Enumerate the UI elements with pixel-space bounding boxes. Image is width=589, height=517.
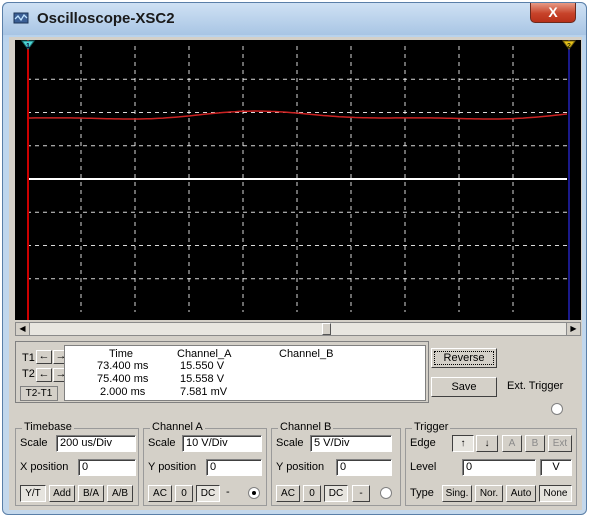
trigger-type-label: Type — [410, 487, 434, 499]
trigger-none-button[interactable]: None — [539, 485, 572, 502]
scroll-left-icon[interactable]: ◀ — [16, 323, 30, 335]
channel-a-dc-button[interactable]: DC — [196, 485, 220, 502]
trigger-title: Trigger — [412, 421, 451, 433]
mode-ab-button[interactable]: A/B — [107, 485, 133, 502]
channel-a-dash: - — [226, 486, 230, 498]
channel-b-group: Channel B Scale 5 V/Div Y position 0 AC … — [271, 421, 401, 506]
trigger-auto-button[interactable]: Auto — [506, 485, 536, 502]
mode-ba-button[interactable]: B/A — [78, 485, 104, 502]
trigger-level-field[interactable]: 0 — [462, 459, 536, 476]
timebase-scale-field[interactable]: 200 us/Div — [56, 435, 136, 452]
t1-left-arrow-icon[interactable]: ← — [36, 350, 52, 364]
channel-b-ypos-label: Y position — [276, 461, 325, 473]
timebase-xpos-field[interactable]: 0 — [78, 459, 136, 476]
timebase-group: Timebase Scale 200 us/Div X position 0 Y… — [15, 421, 139, 506]
trigger-source-a-button[interactable]: A — [502, 435, 522, 452]
measurement-readout: Time Channel_A Channel_B 73.400 ms 15.55… — [64, 345, 426, 401]
scroll-right-icon[interactable]: ▶ — [566, 323, 580, 335]
trigger-normal-button[interactable]: Nor. — [475, 485, 503, 502]
channel-b-scale-field[interactable]: 5 V/Div — [310, 435, 392, 452]
trigger-single-button[interactable]: Sing. — [442, 485, 472, 502]
oscilloscope-panel: 12 ◀ ▶ T1 ← → T2 ← → T2-T1 Time Channel_… — [9, 37, 582, 510]
mode-add-button[interactable]: Add — [49, 485, 75, 502]
t1-time-value: 73.400 ms — [97, 360, 149, 372]
trigger-level-label: Level — [410, 461, 437, 473]
cursor-t2-number: 2 — [567, 43, 571, 50]
trigger-source-b-button[interactable]: B — [525, 435, 545, 452]
trigger-source-ext-button[interactable]: Ext — [548, 435, 572, 452]
trigger-level-unit-select[interactable]: V — [540, 459, 572, 476]
channel-a-scale-label: Scale — [148, 437, 176, 449]
header-time: Time — [109, 348, 134, 360]
channel-b-ac-button[interactable]: AC — [276, 485, 300, 502]
header-channel-b: Channel_B — [279, 348, 334, 360]
channel-a-scale-field[interactable]: 10 V/Div — [182, 435, 262, 452]
trigger-group: Trigger Edge ↑ ↓ A B Ext Level 0 V Type … — [405, 421, 577, 506]
timebase-title: Timebase — [22, 421, 74, 433]
channel-b-terminal[interactable] — [380, 487, 392, 499]
channel-b-title: Channel B — [278, 421, 334, 433]
scope-display: 12 — [15, 40, 581, 320]
scope-graph: 12 — [15, 40, 581, 320]
ext-trigger-label: Ext. Trigger — [507, 380, 564, 392]
t2-left-arrow-icon[interactable]: ← — [36, 368, 52, 382]
close-button[interactable]: X — [530, 3, 576, 23]
t2-channel-a-value: 15.558 V — [180, 373, 225, 385]
channel-a-zero-button[interactable]: 0 — [175, 485, 193, 502]
timebase-scale-label: Scale — [20, 437, 48, 449]
channel-a-title: Channel A — [150, 421, 205, 433]
channel-b-scale-label: Scale — [276, 437, 304, 449]
t2-t1-label: T2-T1 — [20, 386, 58, 401]
delta-time-value: 2.000 ms — [100, 386, 146, 398]
channel-a-ypos-label: Y position — [148, 461, 197, 473]
window-title: Oscilloscope-XSC2 — [37, 10, 175, 27]
t1-channel-a-value: 15.550 V — [180, 360, 225, 372]
channel-b-zero-button[interactable]: 0 — [303, 485, 321, 502]
title-bar[interactable]: Oscilloscope-XSC2 X — [3, 3, 586, 35]
oscilloscope-app-icon — [13, 12, 29, 24]
reverse-button[interactable]: Reverse — [431, 348, 497, 368]
channel-a-ypos-field[interactable]: 0 — [206, 459, 262, 476]
channel-b-dc-button[interactable]: DC — [324, 485, 348, 502]
falling-edge-icon[interactable]: ↓ — [476, 435, 498, 452]
rising-edge-icon[interactable]: ↑ — [452, 435, 474, 452]
ext-trigger-terminal[interactable] — [551, 403, 563, 415]
channel-a-terminal[interactable] — [248, 487, 260, 499]
t1-label: T1 — [22, 352, 35, 364]
channel-b-dash-button[interactable]: - — [352, 485, 370, 502]
cursor-t1-number: 1 — [26, 43, 30, 50]
t2-label: T2 — [22, 368, 35, 380]
mode-yt-button[interactable]: Y/T — [20, 485, 46, 502]
channel-a-group: Channel A Scale 10 V/Div Y position 0 AC… — [143, 421, 267, 506]
channel-b-ypos-field[interactable]: 0 — [336, 459, 392, 476]
t2-time-value: 75.400 ms — [97, 373, 149, 385]
oscilloscope-window: Oscilloscope-XSC2 X 12 ◀ ▶ T1 ← → T2 ← →… — [2, 2, 587, 515]
timebase-xpos-label: X position — [20, 461, 69, 473]
trigger-edge-label: Edge — [410, 437, 436, 449]
scroll-thumb[interactable] — [322, 323, 331, 335]
save-button[interactable]: Save — [431, 377, 497, 397]
cursor-readout-panel: T1 ← → T2 ← → T2-T1 Time Channel_A Chann… — [15, 341, 429, 403]
delta-channel-a-value: 7.581 mV — [180, 386, 228, 398]
header-channel-a: Channel_A — [177, 348, 232, 360]
horizontal-scrollbar[interactable]: ◀ ▶ — [15, 322, 581, 336]
channel-a-ac-button[interactable]: AC — [148, 485, 172, 502]
